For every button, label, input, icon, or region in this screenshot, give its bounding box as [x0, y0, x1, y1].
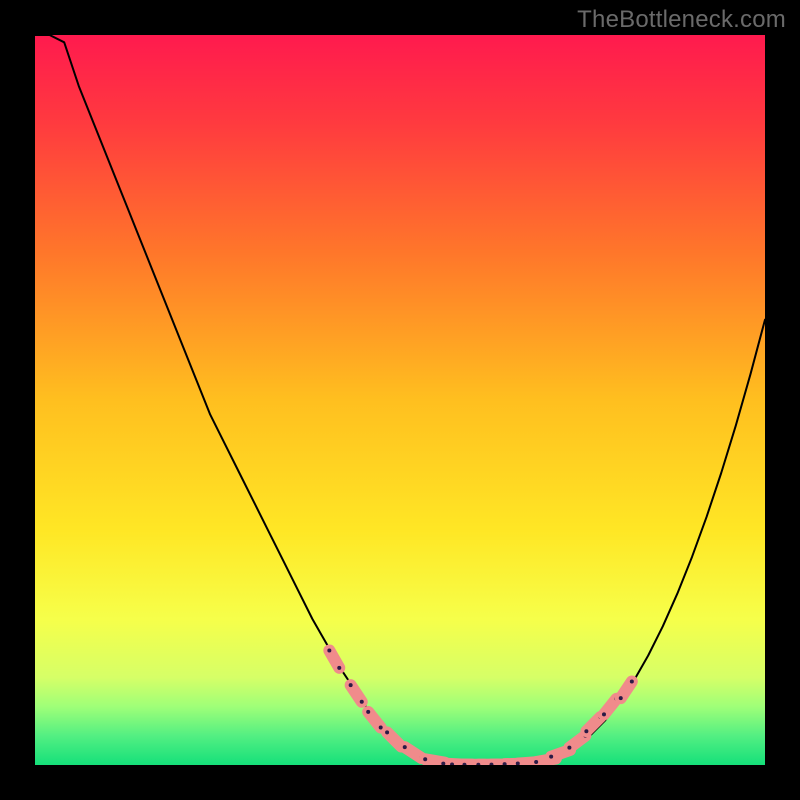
bottleneck-curve-chart — [35, 35, 765, 765]
curve-marker-endcap — [567, 746, 571, 750]
curve-marker-endcap — [385, 730, 389, 734]
watermark-text: TheBottleneck.com — [577, 6, 786, 34]
curve-marker-endcap — [403, 745, 407, 749]
curve-marker-endcap — [379, 726, 383, 730]
curve-marker-endcap — [549, 755, 553, 759]
curve-marker-endcap — [366, 710, 370, 714]
curve-marker-endcap — [423, 757, 427, 761]
curve-marker-endcap — [534, 760, 538, 764]
chart-frame: TheBottleneck.com — [0, 0, 800, 800]
curve-marker-endcap — [349, 683, 353, 687]
curve-marker-endcap — [360, 700, 364, 704]
curve-marker-endcap — [619, 696, 623, 700]
curve-marker-endcap — [630, 679, 634, 683]
curve-marker-endcap — [327, 648, 331, 652]
chart-background — [35, 35, 765, 765]
curve-marker-endcap — [337, 666, 341, 670]
curve-marker-endcap — [602, 712, 606, 716]
curve-marker-endcap — [584, 729, 588, 733]
